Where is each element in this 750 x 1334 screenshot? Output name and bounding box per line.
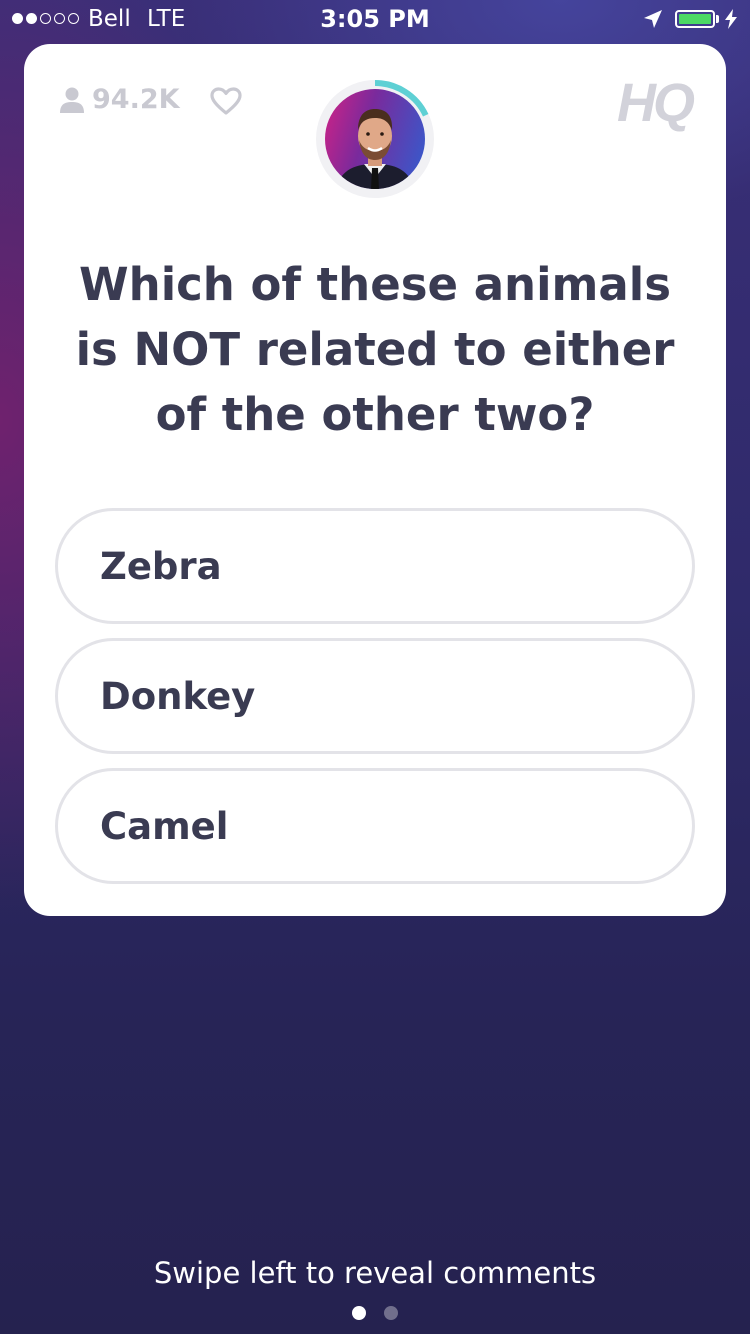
- status-time: 3:05 PM: [320, 5, 430, 33]
- answer-option[interactable]: Zebra: [55, 508, 695, 624]
- hq-logo: HQ: [617, 73, 695, 133]
- user-icon: [60, 87, 84, 113]
- viewer-count: 94.2K: [60, 84, 180, 115]
- battery-level: [679, 14, 711, 24]
- swipe-hint: Swipe left to reveal comments: [153, 1256, 597, 1290]
- host-avatar: [316, 80, 434, 198]
- battery-icon: [675, 10, 715, 28]
- location-arrow-icon: [644, 10, 662, 28]
- viewer-count-value: 94.2K: [92, 84, 180, 115]
- heart-icon[interactable]: [210, 87, 242, 115]
- page-indicator[interactable]: [0, 1306, 750, 1320]
- answer-option[interactable]: Donkey: [55, 638, 695, 754]
- page-dot[interactable]: [384, 1306, 398, 1320]
- question-text: Which of these animals is NOT related to…: [75, 258, 675, 441]
- battery-tip: [716, 15, 719, 23]
- page-dot[interactable]: [352, 1306, 366, 1320]
- answer-option[interactable]: Camel: [55, 768, 695, 884]
- question-card: 94.2K HQ Which of these animals is NOT r…: [24, 44, 726, 916]
- status-bar: Bell LTE 3:05 PM: [0, 0, 750, 40]
- charging-bolt-icon: [725, 9, 737, 29]
